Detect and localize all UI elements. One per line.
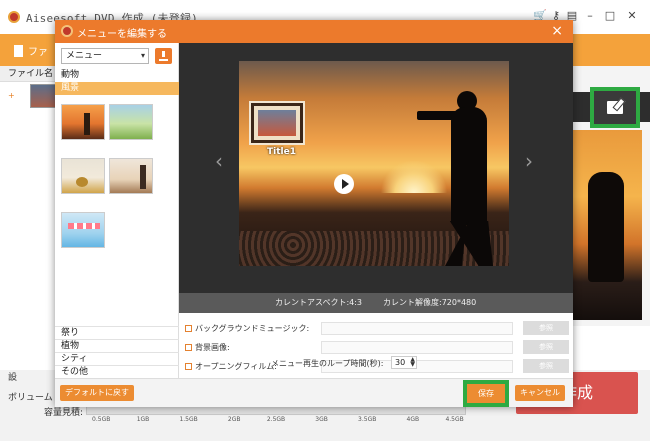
spin-arrows-icon[interactable]: ▲ ▼ bbox=[410, 357, 415, 368]
background-music-path-field[interactable] bbox=[321, 322, 513, 335]
title-thumbnail-frame[interactable] bbox=[251, 103, 303, 143]
loop-time-value: 30 bbox=[395, 358, 406, 367]
cancel-button[interactable]: キャンセル bbox=[515, 385, 565, 401]
file-thumbnail bbox=[30, 84, 56, 108]
close-icon[interactable]: ✕ bbox=[626, 10, 638, 22]
chevron-down-icon: ▾ bbox=[140, 51, 145, 60]
restore-default-button[interactable]: デフォルトに戻す bbox=[60, 385, 134, 401]
template-panel: メニュー ▾ 動物 風景 祭り 植物 シティ その他 bbox=[55, 43, 179, 378]
background-music-label: バックグラウンドミュージック: bbox=[195, 324, 310, 333]
expand-icon[interactable]: + bbox=[8, 92, 16, 100]
current-resolution-text: カレント解像度:720*480 bbox=[383, 298, 477, 307]
menu-preview-thumbnail bbox=[570, 130, 642, 320]
category-city[interactable]: シティ bbox=[55, 352, 179, 365]
edit-menu-dialog: メニューを編集する × メニュー ▾ 動物 風景 祭り 植物 シティ その他 ‹ bbox=[55, 20, 573, 407]
add-file-button[interactable]: ファ bbox=[14, 43, 48, 58]
capacity-tick: 1.5GB bbox=[179, 416, 198, 423]
capacity-tick: 2.5GB bbox=[266, 416, 286, 423]
background-music-browse-button[interactable]: 参照 bbox=[523, 321, 569, 335]
dialog-logo-icon bbox=[61, 25, 73, 37]
category-animals[interactable]: 動物 bbox=[55, 69, 179, 82]
menu-preview-image: Title1 bbox=[239, 61, 509, 266]
volume-label: ボリューム bbox=[8, 393, 53, 403]
preview-panel: ‹ Title1 › カレントアスペクト:4:3 カレント解像度:720*480… bbox=[179, 43, 573, 378]
chevron-left-icon[interactable]: ‹ bbox=[215, 151, 223, 171]
dialog-close-icon[interactable]: × bbox=[551, 23, 563, 39]
settings-label: 設 bbox=[8, 373, 18, 383]
background-image-option: 背景画像: 参照 bbox=[185, 340, 569, 356]
dialog-header: メニューを編集する × bbox=[55, 20, 573, 43]
save-button-highlight: 保存 bbox=[463, 380, 509, 407]
background-image-checkbox[interactable] bbox=[185, 344, 192, 351]
current-aspect-text: カレントアスペクト:4:3 bbox=[275, 298, 363, 307]
add-file-label: ファ bbox=[28, 47, 48, 58]
capacity-tick: 0.5GB bbox=[92, 416, 111, 423]
play-icon[interactable] bbox=[334, 174, 354, 194]
preview-info-strip: カレントアスペクト:4:3 カレント解像度:720*480 bbox=[179, 293, 573, 313]
maximize-icon[interactable]: □ bbox=[604, 10, 616, 22]
file-list-row[interactable]: + bbox=[0, 82, 60, 110]
chevron-right-icon[interactable]: › bbox=[525, 151, 533, 171]
dialog-footer: デフォルトに戻す 保存 キャンセル bbox=[55, 378, 573, 407]
capacity-tick: 4GB bbox=[406, 416, 420, 423]
capacity-tick: 1GB bbox=[136, 416, 150, 423]
background-music-option: バックグラウンドミュージック: 参照 bbox=[185, 321, 569, 337]
category-plants[interactable]: 植物 bbox=[55, 339, 179, 352]
edit-icon bbox=[607, 101, 623, 114]
category-other[interactable]: その他 bbox=[55, 365, 179, 378]
menu-type-value: メニュー bbox=[66, 51, 103, 61]
category-landscape[interactable]: 風景 bbox=[55, 82, 179, 95]
photographer-silhouette bbox=[451, 107, 487, 225]
loop-time-stepper[interactable]: 30 ▲ ▼ bbox=[391, 356, 417, 369]
dialog-title: メニューを編集する bbox=[77, 29, 167, 40]
background-music-checkbox[interactable] bbox=[185, 325, 192, 332]
menu-type-select[interactable]: メニュー ▾ bbox=[61, 48, 149, 64]
file-icon bbox=[14, 45, 23, 57]
template-thumbnail[interactable] bbox=[61, 158, 105, 194]
preview-title-label[interactable]: Title1 bbox=[267, 147, 296, 157]
capacity-tick: 3GB bbox=[315, 416, 328, 423]
background-image-path-field[interactable] bbox=[321, 341, 513, 354]
app-logo-icon bbox=[8, 11, 20, 23]
opening-film-checkbox[interactable] bbox=[185, 363, 192, 370]
background-image-label: 背景画像: bbox=[195, 343, 230, 352]
loop-time-label: メニュー再生のループ時間(秒): bbox=[271, 359, 384, 368]
capacity-tick: 4.5GB bbox=[445, 416, 464, 423]
sun-glow bbox=[379, 161, 449, 193]
opening-film-label: オープニングフィルム: bbox=[195, 362, 277, 371]
capacity-ticks: 0.5GB 1GB 1.5GB 2GB 2.5GB 3GB 3.5GB 4GB … bbox=[86, 416, 466, 426]
preview-area: ‹ Title1 › bbox=[179, 43, 573, 293]
file-list-header: ファイル名 bbox=[0, 66, 60, 82]
download-template-button[interactable] bbox=[155, 48, 172, 64]
category-festival[interactable]: 祭り bbox=[55, 326, 179, 339]
photographer-silhouette bbox=[588, 172, 624, 282]
capacity-tick: 3.5GB bbox=[358, 416, 377, 423]
template-thumbnail[interactable] bbox=[61, 104, 105, 140]
edit-menu-button[interactable] bbox=[590, 87, 640, 128]
capacity-tick: 2GB bbox=[227, 416, 241, 423]
template-thumbnail[interactable] bbox=[61, 212, 105, 248]
opening-film-browse-button[interactable]: 参照 bbox=[523, 359, 569, 373]
save-button[interactable]: 保存 bbox=[467, 384, 505, 403]
template-thumbnail[interactable] bbox=[109, 158, 153, 194]
template-thumbnail[interactable] bbox=[109, 104, 153, 140]
background-image-browse-button[interactable]: 参照 bbox=[523, 340, 569, 354]
minimize-icon[interactable]: – bbox=[584, 10, 596, 22]
